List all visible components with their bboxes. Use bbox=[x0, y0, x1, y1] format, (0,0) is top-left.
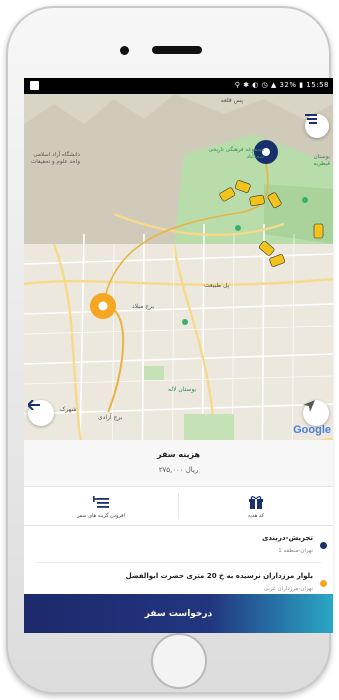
destination-row[interactable]: تجریش-دربندی تهران-منطقه 1 bbox=[24, 526, 333, 562]
map-label-park2: بوستان لاله bbox=[168, 386, 197, 393]
origin-dot-icon bbox=[320, 580, 327, 587]
status-indicators: ⚲ ✱ ◐ ◷ ▲ 32% ▮ 15:58 bbox=[234, 81, 329, 89]
gift-code-label: کد هدیه bbox=[248, 513, 264, 519]
arrow-left-icon bbox=[28, 400, 40, 410]
screen: ⚲ ✱ ◐ ◷ ▲ 32% ▮ 15:58 پس قلعه مجموعه فره… bbox=[24, 78, 333, 633]
earpiece bbox=[152, 46, 202, 54]
map-label-tower: برج میلاد bbox=[132, 303, 155, 310]
map-label-university: دانشگاه آزاد اسلامی واحد علوم و تحقیقات bbox=[31, 152, 80, 165]
origin-name: بلوار مرزداران نرسیده به خ 20 متری حضرت … bbox=[125, 572, 313, 580]
my-location-button[interactable] bbox=[303, 400, 329, 426]
navigation-arrow-icon bbox=[303, 400, 315, 412]
status-bar: ⚲ ✱ ◐ ◷ ▲ 32% ▮ 15:58 bbox=[24, 78, 333, 94]
map-label-complex: مجموعه فرهنگی تاریخی سعدآباد bbox=[208, 147, 264, 160]
notification-icon bbox=[30, 81, 39, 90]
fare-price: ۲۷۵,۰۰۰ ریال bbox=[158, 466, 199, 474]
destination-dot-icon bbox=[320, 542, 327, 549]
destination-name: تجریش-دربندی bbox=[261, 534, 313, 542]
home-button[interactable] bbox=[151, 633, 207, 689]
destination-subtitle: تهران-منطقه 1 bbox=[278, 548, 313, 554]
gift-icon bbox=[249, 496, 263, 509]
back-button[interactable] bbox=[28, 400, 54, 426]
front-camera bbox=[120, 46, 129, 55]
google-logo: Google bbox=[293, 424, 331, 436]
origin-subtitle: تهران-مرزداران غربی bbox=[263, 586, 313, 592]
add-trip-options-button[interactable]: افزودن گزینه های سفر bbox=[24, 487, 178, 525]
map-label-park: بوستان قیطریه bbox=[313, 154, 330, 167]
list-add-icon bbox=[93, 496, 109, 508]
actions-row: افزودن گزینه های سفر کد هدیه bbox=[24, 487, 333, 526]
gift-code-button[interactable]: کد هدیه bbox=[179, 487, 333, 525]
map-label-tower2: برج آزادی bbox=[98, 414, 123, 421]
map-label-bridge: پل طبیعت bbox=[204, 282, 230, 289]
map-label-city: شهرک bbox=[60, 406, 77, 413]
phone-frame: ⚲ ✱ ◐ ◷ ▲ 32% ▮ 15:58 پس قلعه مجموعه فره… bbox=[6, 6, 333, 694]
row-divider bbox=[36, 562, 321, 563]
add-trip-options-label: افزودن گزینه های سفر bbox=[77, 513, 125, 519]
fare-title: هزینه سفر bbox=[156, 450, 201, 459]
fare-section: هزینه سفر ۲۷۵,۰۰۰ ریال bbox=[24, 440, 333, 487]
menu-button[interactable] bbox=[305, 114, 329, 138]
menu-icon bbox=[305, 114, 317, 124]
request-trip-button[interactable]: درخواست سفر bbox=[24, 594, 333, 633]
map-label-top: پس قلعه bbox=[220, 97, 243, 104]
